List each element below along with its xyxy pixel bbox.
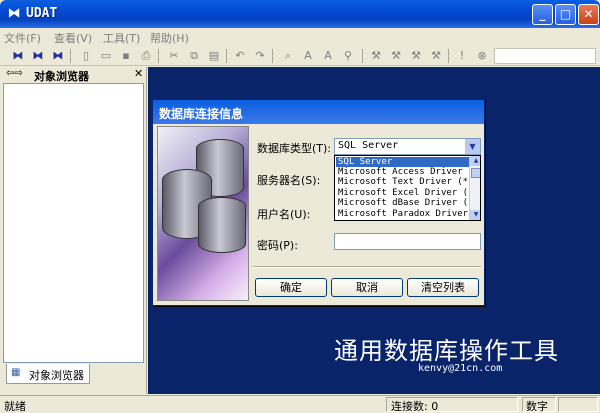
menu-bar: 文件(F) 查看(V) 工具(T) 帮助(H) <box>0 28 600 46</box>
close-button[interactable]: ✕ <box>578 4 599 25</box>
toolbar-database-combo[interactable] <box>494 48 596 64</box>
toolbar-separator <box>448 49 449 63</box>
dropdown-scrollbar[interactable]: ▲ ▼ <box>469 156 480 220</box>
database-illustration <box>157 126 249 301</box>
dropdown-option[interactable]: Microsoft Access Driver <box>336 167 469 177</box>
tree-icon: ▦ <box>11 367 21 378</box>
goto-icon[interactable]: ⚲ <box>340 48 356 64</box>
dropdown-option[interactable]: Microsoft Excel Driver ( <box>336 188 469 198</box>
database-cylinder-icon <box>198 197 246 253</box>
find-icon[interactable]: ⌕ <box>280 48 296 64</box>
ok-button[interactable]: 确定 <box>255 278 327 297</box>
object-browser-panel: ⇦⇨ 对象浏览器 ✕ ▦ 对象浏览器 <box>0 67 147 394</box>
execute-step-icon[interactable]: ⚒ <box>388 48 404 64</box>
chevron-down-icon[interactable]: ▼ <box>465 139 480 154</box>
maximize-button[interactable]: □ <box>555 4 576 25</box>
menu-file[interactable]: 文件(F) <box>4 30 41 46</box>
db-type-label: 数据库类型(T): <box>257 142 332 155</box>
replace-icon[interactable]: A <box>320 48 336 64</box>
password-field[interactable] <box>334 233 481 250</box>
db-connection-dialog: 数据库连接信息 数据库类型(T): SQL Server ▼ SQL Serve… <box>152 99 485 306</box>
menu-tools[interactable]: 工具(T) <box>103 30 140 46</box>
scroll-thumb[interactable] <box>471 168 480 178</box>
dropdown-option[interactable]: Microsoft dBase Driver ( <box>336 198 469 208</box>
toolbar: ⧓ ⧓ ⧓ ▯ ▭ ▪ ⎙ ✂ ⧉ ▤ ↶ ↷ ⌕ A A ⚲ ⚒ ⚒ ⚒ ⚒ … <box>0 46 600 66</box>
menu-view[interactable]: 查看(V) <box>54 30 92 46</box>
user-label: 用户名(U): <box>257 208 311 221</box>
stop-execute-icon[interactable]: ⚒ <box>408 48 424 64</box>
tab-object-browser[interactable]: ▦ 对象浏览器 <box>6 364 90 384</box>
connect-db-icon[interactable]: ⧓ <box>50 48 66 64</box>
minimize-button[interactable]: _ <box>532 4 553 25</box>
dialog-title-bar: 数据库连接信息 <box>153 100 484 124</box>
execute-icon[interactable]: ⚒ <box>368 48 384 64</box>
toolbar-separator <box>70 49 71 63</box>
title-bar: ⧓ UDAT _ □ ✕ <box>0 0 600 28</box>
dropdown-option[interactable]: SQL Server <box>336 157 469 167</box>
find-next-icon[interactable]: A <box>300 48 316 64</box>
numlock-indicator: 数字 <box>526 400 548 413</box>
app-banner-title: 通用数据库操作工具 <box>334 337 559 365</box>
author-email: kenvy@21cn.com <box>418 363 503 374</box>
app-icon: ⧓ <box>7 6 21 21</box>
connect-icon[interactable]: ⧓ <box>10 48 26 64</box>
copy-icon[interactable]: ⧉ <box>186 48 202 64</box>
db-type-select[interactable]: SQL Server ▼ <box>334 138 481 155</box>
status-pane-connections: 连接数: 0 <box>386 397 518 413</box>
status-bar: 就绪 连接数: 0 数字 <box>0 395 600 413</box>
debug-icon[interactable]: ⚒ <box>428 48 444 64</box>
toolbar-separator <box>362 49 363 63</box>
dialog-title: 数据库连接信息 <box>159 107 244 121</box>
object-browser-header: ⇦⇨ 对象浏览器 ✕ <box>0 67 147 83</box>
db-type-value: SQL Server <box>338 140 399 151</box>
paste-icon[interactable]: ▤ <box>206 48 222 64</box>
cut-icon[interactable]: ✂ <box>166 48 182 64</box>
status-pane-numlock: 数字 <box>522 397 556 413</box>
dialog-divider <box>253 266 481 268</box>
redo-icon[interactable]: ↷ <box>252 48 268 64</box>
dropdown-option[interactable]: Microsoft Paradox Driver <box>336 209 469 219</box>
server-label: 服务器名(S): <box>257 174 321 187</box>
exclamation-icon[interactable]: ! <box>454 48 470 64</box>
undo-icon[interactable]: ↶ <box>232 48 248 64</box>
menu-help[interactable]: 帮助(H) <box>150 30 189 46</box>
disconnect-icon[interactable]: ⧓ <box>30 48 46 64</box>
window-title: UDAT <box>26 6 58 21</box>
new-file-icon[interactable]: ▯ <box>78 48 94 64</box>
dropdown-option[interactable]: Microsoft Text Driver (* <box>336 177 469 187</box>
tab-label: 对象浏览器 <box>29 369 84 382</box>
open-folder-icon[interactable]: ▭ <box>98 48 114 64</box>
connection-count: 连接数: 0 <box>391 400 439 413</box>
object-browser-title: 对象浏览器 <box>34 70 89 83</box>
password-label: 密码(P): <box>257 239 298 252</box>
panel-close-icon[interactable]: ✕ <box>134 67 143 80</box>
cancel-icon[interactable]: ⊗ <box>474 48 490 64</box>
cancel-button[interactable]: 取消 <box>331 278 403 297</box>
status-ready: 就绪 <box>4 400 26 413</box>
scroll-down-icon[interactable]: ▼ <box>470 210 480 220</box>
clear-list-button[interactable]: 清空列表 <box>407 278 479 297</box>
nav-arrows-icon[interactable]: ⇦⇨ <box>6 68 23 79</box>
object-tree[interactable] <box>3 83 144 363</box>
toolbar-separator <box>226 49 227 63</box>
status-pane-extra <box>558 397 598 412</box>
toolbar-separator <box>272 49 273 63</box>
db-type-dropdown-list[interactable]: SQL Server Microsoft Access Driver Micro… <box>334 155 481 221</box>
scroll-up-icon[interactable]: ▲ <box>470 156 480 166</box>
print-icon[interactable]: ⎙ <box>138 48 154 64</box>
save-icon[interactable]: ▪ <box>118 48 134 64</box>
toolbar-separator <box>158 49 159 63</box>
